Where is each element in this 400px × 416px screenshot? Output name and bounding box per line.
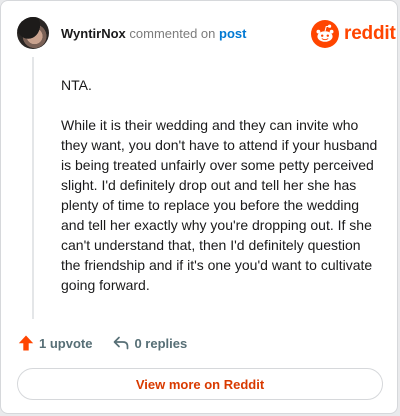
comment-header: WyntirNox commented on post (61, 26, 246, 42)
reply-count[interactable]: 0 replies (134, 336, 187, 351)
username-link[interactable]: WyntirNox (61, 26, 126, 41)
comment-actions: 1 upvote 0 replies (17, 333, 187, 353)
reddit-logo[interactable]: reddit (311, 20, 396, 48)
comment-embed-card: WyntirNox commented on post reddit NTA. … (0, 0, 398, 414)
action-text: commented on (129, 26, 216, 41)
user-avatar[interactable] (17, 17, 49, 49)
reddit-wordmark: reddit (344, 23, 396, 44)
upvote-arrow-icon[interactable] (17, 334, 35, 352)
comment-body: NTA. While it is their wedding and they … (61, 75, 379, 295)
reply-arrow-icon[interactable] (112, 334, 130, 352)
comment-paragraph: While it is their wedding and they can i… (61, 117, 378, 293)
upvote-count[interactable]: 1 upvote (39, 336, 92, 351)
thread-line (32, 57, 34, 319)
reddit-alien-icon (311, 20, 339, 48)
view-more-button[interactable]: View more on Reddit (17, 368, 383, 400)
post-link[interactable]: post (219, 26, 246, 41)
comment-paragraph: NTA. (61, 77, 92, 93)
